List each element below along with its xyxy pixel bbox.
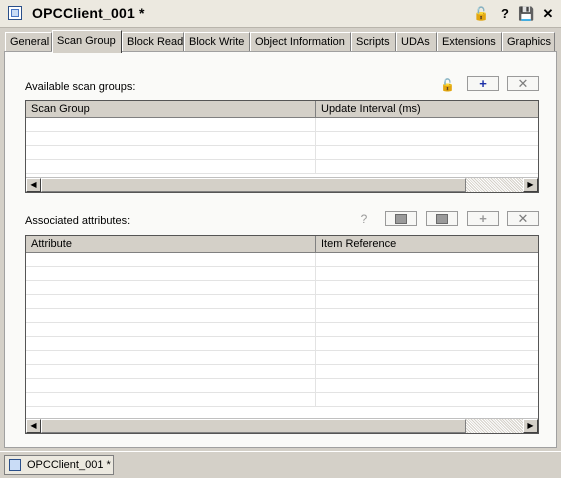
tab-block-write[interactable]: Block Write [184, 32, 250, 51]
table-row [26, 132, 538, 146]
column-header-item-reference[interactable]: Item Reference [316, 236, 538, 252]
table-row [26, 379, 538, 393]
object-icon [9, 459, 21, 471]
scroll-left-arrow-icon[interactable]: ◀ [26, 419, 41, 433]
tab-scripts[interactable]: Scripts [351, 32, 396, 51]
table-row [26, 295, 538, 309]
remove-scan-group-button[interactable]: ✕ [507, 76, 539, 91]
lock-icon[interactable]: 🔓 [473, 6, 489, 22]
add-scan-group-button[interactable]: + [467, 76, 499, 91]
scroll-thumb[interactable] [41, 419, 466, 433]
table-row [26, 146, 538, 160]
object-icon [8, 6, 22, 20]
help-lock-icon: ? [360, 212, 368, 226]
save-icon[interactable]: 💾 [518, 6, 534, 22]
table-row [26, 309, 538, 323]
scroll-track[interactable] [466, 178, 523, 192]
scroll-thumb[interactable] [41, 178, 466, 192]
document-tab-label: OPCClient_001 * [27, 459, 111, 471]
table-row [26, 118, 538, 132]
scroll-right-arrow-icon[interactable]: ▶ [523, 178, 538, 192]
table-row [26, 323, 538, 337]
tab-general[interactable]: General [5, 32, 52, 51]
column-header-scan-group[interactable]: Scan Group [26, 101, 316, 117]
scroll-track[interactable] [466, 419, 523, 433]
attributes-label: Associated attributes: [25, 215, 131, 227]
scroll-left-arrow-icon[interactable]: ◀ [26, 178, 41, 192]
tab-scan-group[interactable]: Scan Group [52, 30, 122, 53]
scan-group-panel: Available scan groups: 🔓 + ✕ Scan Group … [4, 51, 557, 448]
attributes-header: Attribute Item Reference [26, 236, 538, 253]
tab-extensions[interactable]: Extensions [437, 32, 502, 51]
attributes-grid[interactable]: Attribute Item Reference ◀ ▶ [25, 235, 539, 434]
tab-block-read[interactable]: Block Read [122, 32, 184, 51]
column-header-attribute[interactable]: Attribute [26, 236, 316, 252]
tab-graphics[interactable]: Graphics [502, 32, 555, 51]
table-row [26, 281, 538, 295]
table-row [26, 365, 538, 379]
unlock-icon[interactable]: 🔓 [440, 78, 455, 92]
scan-groups-header: Scan Group Update Interval (ms) [26, 101, 538, 118]
document-tab[interactable]: OPCClient_001 * [4, 455, 114, 475]
remove-attribute-button[interactable]: ✕ [507, 211, 539, 226]
scan-groups-label: Available scan groups: [25, 81, 136, 93]
table-row [26, 267, 538, 281]
scan-groups-grid[interactable]: Scan Group Update Interval (ms) ◀ ▶ [25, 100, 539, 193]
table-row [26, 160, 538, 174]
document-tab-bar: OPCClient_001 * [0, 451, 561, 478]
table-row [26, 337, 538, 351]
title-bar: OPCClient_001 * 🔓 ? 💾 ✕ [0, 0, 561, 28]
tab-object-information[interactable]: Object Information [250, 32, 351, 51]
help-icon[interactable]: ? [497, 6, 513, 22]
move-up-button[interactable] [385, 211, 417, 226]
scan-groups-scrollbar[interactable]: ◀ ▶ [26, 177, 538, 192]
window-title: OPCClient_001 * [32, 5, 145, 21]
tab-strip: General Scan Group Block Read Block Writ… [0, 30, 561, 53]
attributes-rows [26, 253, 538, 407]
table-row [26, 393, 538, 407]
column-header-update-interval[interactable]: Update Interval (ms) [316, 101, 538, 117]
tab-udas[interactable]: UDAs [396, 32, 437, 51]
scroll-right-arrow-icon[interactable]: ▶ [523, 419, 538, 433]
close-icon[interactable]: ✕ [540, 6, 556, 22]
attributes-scrollbar[interactable]: ◀ ▶ [26, 418, 538, 433]
table-row [26, 253, 538, 267]
move-down-button[interactable] [426, 211, 458, 226]
scan-groups-rows [26, 118, 538, 174]
add-attribute-button[interactable]: + [467, 211, 499, 226]
table-row [26, 351, 538, 365]
